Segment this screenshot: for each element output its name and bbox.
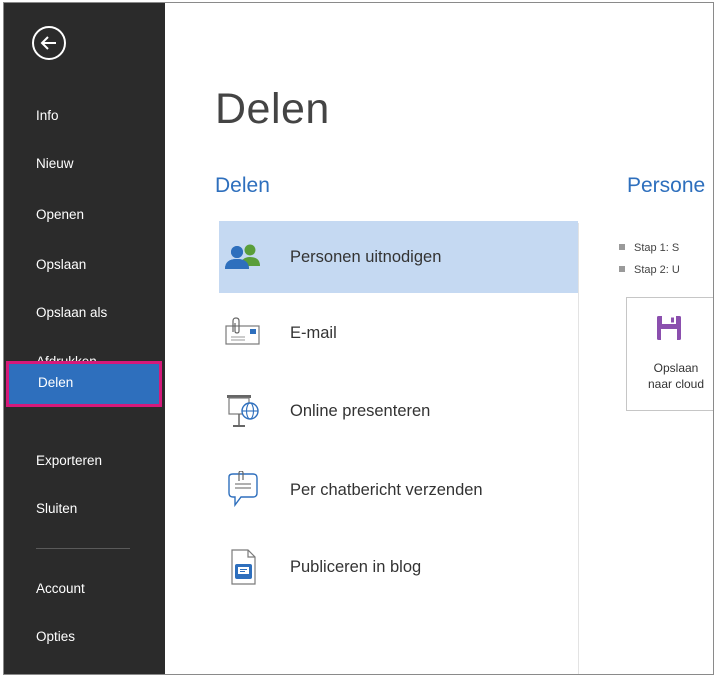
- option-label: Per chatbericht verzenden: [290, 480, 483, 499]
- step-text: Stap 1: S: [634, 242, 680, 254]
- option-present-online[interactable]: Online presenteren: [219, 375, 578, 447]
- save-label-line2: naar cloud: [647, 377, 705, 391]
- back-arrow-icon: [40, 36, 56, 50]
- section-title: Delen: [215, 174, 270, 197]
- step-text: Stap 2: U: [634, 264, 680, 276]
- step-1: Stap 1: S: [619, 242, 679, 254]
- save-label-line1: Opslaan: [653, 361, 699, 375]
- option-label: Publiceren in blog: [290, 557, 422, 576]
- sidebar-item-openen[interactable]: Openen: [4, 193, 165, 237]
- sidebar-item-info[interactable]: Info: [4, 94, 165, 138]
- option-label: Online presenteren: [290, 401, 431, 420]
- right-panel-title: Persone: [627, 174, 706, 197]
- option-invite-people[interactable]: Personen uitnodigen: [219, 221, 578, 293]
- sidebar-item-opslaan[interactable]: Opslaan: [4, 243, 165, 287]
- sidebar-item-sluiten[interactable]: Sluiten: [4, 487, 165, 531]
- save-disk-icon: [656, 315, 682, 346]
- sidebar-item-account[interactable]: Account: [4, 567, 165, 611]
- main-content: Delen Delen Personen uitnodigen E-mail O…: [165, 3, 713, 674]
- email-icon: [221, 311, 265, 355]
- bullet-icon: [619, 244, 625, 251]
- option-email[interactable]: E-mail: [219, 297, 578, 369]
- column-divider: [578, 223, 579, 674]
- blog-document-icon: [221, 545, 265, 589]
- chat-message-icon: [221, 468, 265, 512]
- bullet-icon: [619, 266, 625, 273]
- option-send-chat[interactable]: Per chatbericht verzenden: [219, 454, 578, 526]
- sidebar-item-nieuw[interactable]: Nieuw: [4, 142, 165, 186]
- option-publish-blog[interactable]: Publiceren in blog: [219, 531, 578, 603]
- save-to-cloud-label: Opslaan naar cloud: [627, 360, 713, 392]
- option-label: E-mail: [290, 323, 337, 342]
- sidebar-divider: [36, 548, 130, 549]
- backstage-window: Info Nieuw Openen Opslaan Opslaan als Af…: [3, 2, 714, 675]
- sidebar-item-exporteren[interactable]: Exporteren: [4, 439, 165, 483]
- save-to-cloud-button[interactable]: Opslaan naar cloud: [626, 297, 713, 411]
- sidebar-item-delen[interactable]: Delen: [6, 361, 162, 407]
- presentation-icon: [221, 389, 265, 433]
- page-title: Delen: [215, 85, 330, 133]
- sidebar-item-opslaan-als[interactable]: Opslaan als: [4, 291, 165, 335]
- backstage-sidebar: Info Nieuw Openen Opslaan Opslaan als Af…: [4, 3, 165, 674]
- back-button[interactable]: [32, 26, 66, 60]
- sidebar-item-opties[interactable]: Opties: [4, 615, 165, 659]
- people-icon: [221, 235, 265, 279]
- step-2: Stap 2: U: [619, 264, 680, 276]
- option-label: Personen uitnodigen: [290, 247, 442, 266]
